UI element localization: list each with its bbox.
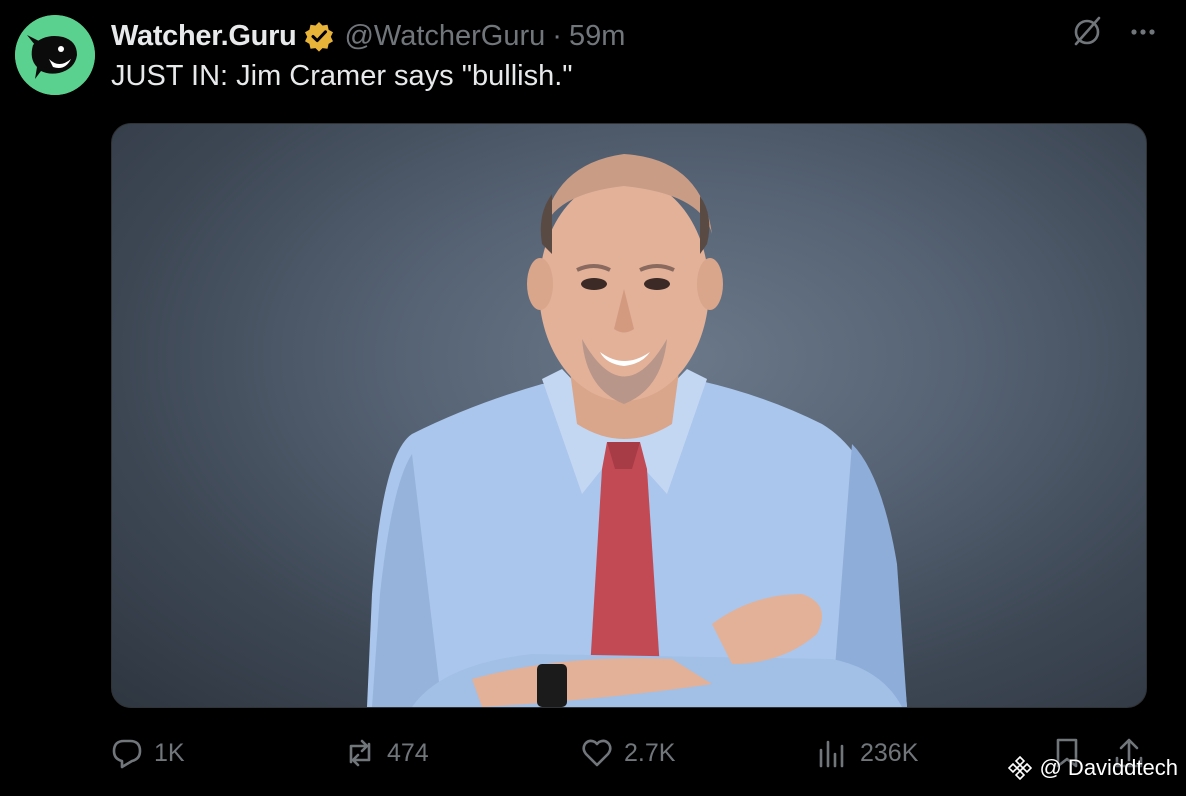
repost-count: 474 <box>387 738 429 767</box>
like-icon <box>582 739 612 767</box>
tweet[interactable]: Watcher.Guru @WatcherGuru · 59m JUST IN:… <box>0 0 1186 796</box>
author-handle[interactable]: @WatcherGuru <box>344 20 545 53</box>
separator-dot: · <box>552 19 562 52</box>
binance-icon <box>1008 755 1033 781</box>
like-count: 2.7K <box>624 738 676 767</box>
like-button[interactable]: 2.7K <box>580 728 675 778</box>
repost-button[interactable]: 474 <box>343 728 429 778</box>
more-icon[interactable] <box>1126 14 1160 48</box>
views-button[interactable]: 236K <box>816 728 918 778</box>
tweet-media-image[interactable] <box>111 123 1147 708</box>
tweet-text: JUST IN: Jim Cramer says "bullish." <box>111 60 573 92</box>
tweet-header: Watcher.Guru @WatcherGuru · 59m <box>111 16 625 56</box>
watermark: @ Daviddtech <box>1007 755 1178 781</box>
watermark-text: @ Daviddtech <box>1039 755 1178 780</box>
reply-count: 1K <box>154 738 185 767</box>
whale-logo-icon <box>15 15 95 95</box>
avatar[interactable] <box>15 15 95 95</box>
portrait-photo <box>367 154 907 707</box>
reply-icon <box>112 739 142 769</box>
reply-button[interactable]: 1K <box>110 728 185 778</box>
views-count: 236K <box>860 738 919 767</box>
views-icon <box>819 740 844 768</box>
verified-badge-icon[interactable] <box>303 20 335 52</box>
timestamp[interactable]: 59m <box>569 20 625 53</box>
grok-icon[interactable] <box>1070 14 1104 48</box>
top-right-actions <box>1070 14 1160 48</box>
display-name[interactable]: Watcher.Guru <box>111 20 297 53</box>
repost-icon <box>349 739 371 767</box>
